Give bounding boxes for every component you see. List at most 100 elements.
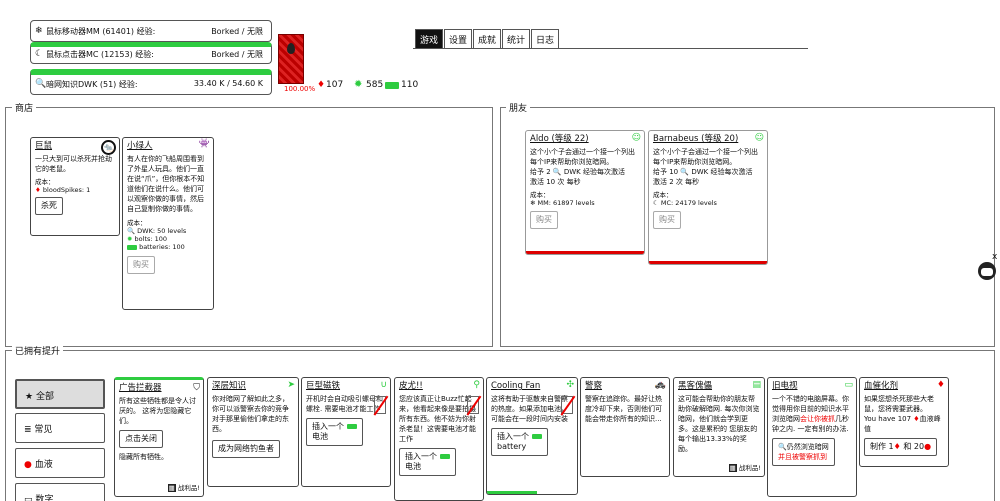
face-icon[interactable] <box>978 262 996 280</box>
card-title: 皮尤!! <box>399 381 423 391</box>
card-cost-label: 成本： <box>530 191 550 199</box>
batteries-count: 110 <box>401 80 419 90</box>
upgrade-card-giant-magnet: 巨型磁铁 ∪ 开机时会自动吸引螺母和螺栓. 需要电池才能工作 插入一个 电池 <box>301 377 391 487</box>
magnifier-icon: 🔍 <box>35 79 47 89</box>
magnifier-icon: 🔍 <box>127 227 136 235</box>
card-title: 血催化剂 <box>864 381 899 391</box>
upgrades-title: 已拥有提升 <box>12 344 64 357</box>
fish-icon: ➤ <box>287 380 295 390</box>
mm-stat-bar: ❄ 鼠标移动器MM (61401) 经验: Borked / 无限 <box>30 20 272 42</box>
blood-percent: 100.00% <box>284 85 316 93</box>
bolt-icon: ✹ <box>354 79 363 90</box>
dwk-stat-label: 暗网知识DWK (51) 经验: <box>46 80 138 89</box>
tab-game[interactable]: 游戏 <box>415 29 444 49</box>
moon-icon: ☾ <box>35 49 44 59</box>
card-warning: 会让你被抓 <box>800 415 835 423</box>
craft-button[interactable]: 制作 1♦ 和 20● <box>864 438 938 456</box>
upgrade-card-cooling-fan: Cooling Fan ✣ 这将有助于驱散来自警察的热度。如果添加电池，可能会在… <box>486 377 578 495</box>
no-battery-icon <box>467 396 479 414</box>
tab-settings[interactable]: 设置 <box>444 29 473 49</box>
card-desc: 一只大到可以杀死并抢劫它的老鼠。 <box>35 155 112 173</box>
cost-item: batteries: 100 <box>139 243 185 251</box>
category-label: 常见 <box>34 425 53 435</box>
buy-button[interactable]: 购买 <box>127 256 155 274</box>
loot-icon: ▦ <box>728 464 737 472</box>
loot-tag: 战利品! <box>177 484 200 492</box>
friends-title: 朋友 <box>506 101 531 114</box>
category-common[interactable]: ≣ 常见 <box>15 413 105 443</box>
gain-amount: 给予 10 <box>653 168 679 176</box>
card-desc: 警察在追踪你。最好让热度冷却下来，否则他们可能会带走你所有的知识... <box>585 395 662 423</box>
blood-drop-icon: ● <box>24 460 32 470</box>
buy-button[interactable]: 购买 <box>530 211 558 229</box>
card-title: 深层知识 <box>212 381 247 391</box>
cost-item: bloodSpikes: 1 <box>42 186 91 194</box>
card-desc: 这个小个子会通过一个接一个列出每个IP来帮助你浏览暗网。 <box>653 148 758 166</box>
gain-amount: 给予 2 <box>530 168 551 176</box>
card-cost-label: 成本： <box>127 219 147 227</box>
cost-item: MC: 24179 levels <box>660 199 717 207</box>
insert-battery-button[interactable]: 插入一个 battery <box>491 428 548 456</box>
cost-item: DWK: 50 levels <box>137 227 187 235</box>
cost-item: bolts: 100 <box>134 235 168 243</box>
gain-text: DWK 经验每次激活 <box>691 168 753 176</box>
blood-spike-icon: ♦ <box>35 186 41 194</box>
rate-text: 激活 10 次 每秒 <box>530 178 581 186</box>
battery-icon <box>439 454 450 459</box>
battery-icon <box>346 424 357 429</box>
close-button[interactable]: x <box>992 252 997 262</box>
card-title: 巨型磁铁 <box>306 381 341 391</box>
cost-item: MM: 61897 levels <box>537 199 595 207</box>
cooldown-bar <box>487 491 537 494</box>
category-blood[interactable]: ● 血液 <box>15 448 105 478</box>
snowflake-icon: ❄ <box>530 199 536 207</box>
police-car-icon: 🚓 <box>654 380 666 390</box>
card-title: 警察 <box>585 381 603 391</box>
upgrade-card-blood-catalyst: 血催化剂 ♦ 如果您想杀死那些大老鼠，您将需要武器。 You have 107 … <box>859 377 949 467</box>
monitor-icon: ▭ <box>24 495 33 501</box>
browse-anyway-button[interactable]: 🔍仍然浏览暗网 并且被警察抓到 <box>772 438 835 466</box>
insert-battery-button[interactable]: 插入一个 电池 <box>306 418 363 446</box>
tv-icon: ▭ <box>844 380 853 390</box>
shop-title: 商店 <box>12 101 37 114</box>
card-desc: 如果您想杀死那些大老鼠，您将需要武器。 <box>864 395 934 413</box>
card-desc: 有人在你的飞船周围看到了外星人玩具。他们一直在说“爪”，但你根本不知道他们在说什… <box>127 155 205 213</box>
become-phisher-button[interactable]: 成为网络钓鱼者 <box>212 440 280 458</box>
insert-battery-button[interactable]: 插入一个 电池 <box>399 448 456 476</box>
shield-icon: ⛉ <box>193 383 200 393</box>
star-icon: ★ <box>25 392 34 402</box>
mc-stat-bar: ☾ 鼠标点击器MC (12153) 经验: Borked / 无限 <box>30 42 272 64</box>
click-close-button[interactable]: 点击关闭 <box>119 430 163 448</box>
upgrade-card-pew: 皮尤!! ⚲ 您应该真正让Buzz忙起来，他看起来像是要拍摄所有东西。他不妨为你… <box>394 377 484 501</box>
magnifier-icon: 🔍 <box>778 443 787 451</box>
tab-log[interactable]: 日志 <box>531 29 560 49</box>
blood-vial[interactable] <box>278 34 304 84</box>
upgrade-card-deep-knowledge: 深层知识 ➤ 你对暗网了解如此之多，你可以派警察去你的竞争对手那里偷他们拿走的东… <box>207 377 299 487</box>
card-desc: 这可能会帮助你的朋友帮助你破解暗网. 每次你浏览暗网，他们就会学到更多。这是累积… <box>678 395 760 453</box>
buy-button[interactable]: 购买 <box>653 211 681 229</box>
card-desc: 这个小个子会通过一个接一个列出每个IP来帮助你浏览暗网。 <box>530 148 635 166</box>
battery-icon <box>385 82 399 89</box>
magnifier-icon: 🔍 <box>680 168 690 176</box>
blood-drop-icon: ● <box>924 442 932 451</box>
category-digital[interactable]: ▭ 数字 <box>15 483 105 501</box>
no-battery-icon <box>561 396 573 414</box>
magnet-icon: ∪ <box>380 380 387 390</box>
upgrade-card-hacker-puppet: 黑客傀儡 ▤ 这可能会帮助你的朋友帮助你破解暗网. 每次你浏览暗网，他们就会学到… <box>673 377 765 477</box>
card-title: 小绿人 <box>127 141 153 151</box>
tab-stats[interactable]: 统计 <box>502 29 531 49</box>
category-all[interactable]: ★ 全部 <box>15 379 105 409</box>
category-label: 全部 <box>35 392 54 402</box>
rat-icon: 🐀 <box>101 140 116 155</box>
friend-card-barnabeus: Barnabeus (等级 20) ☺ 这个小个子会通过一个接一个列出每个IP来… <box>648 130 768 265</box>
upgrade-card-police: 警察 🚓 警察在追踪你。最好让热度冷却下来，否则他们可能会带走你所有的知识... <box>580 377 670 477</box>
magnifier-icon: 🔍 <box>552 168 562 176</box>
mm-stat-label: 鼠标移动器MM (61401) 经验: <box>46 27 156 36</box>
tab-achievements[interactable]: 成就 <box>473 29 502 49</box>
gain-text: DWK 经验每次激活 <box>563 168 626 176</box>
rate-text: 激活 2 次 每秒 <box>653 178 700 186</box>
kill-button[interactable]: 杀死 <box>35 197 63 215</box>
card-title: 广告拦截器 <box>119 383 162 393</box>
card-cost-label: 成本： <box>653 191 673 199</box>
shop-card-giant-rat: 巨鼠 🐀 一只大到可以杀死并抢劫它的老鼠。 成本： ♦ bloodSpikes:… <box>30 137 120 236</box>
